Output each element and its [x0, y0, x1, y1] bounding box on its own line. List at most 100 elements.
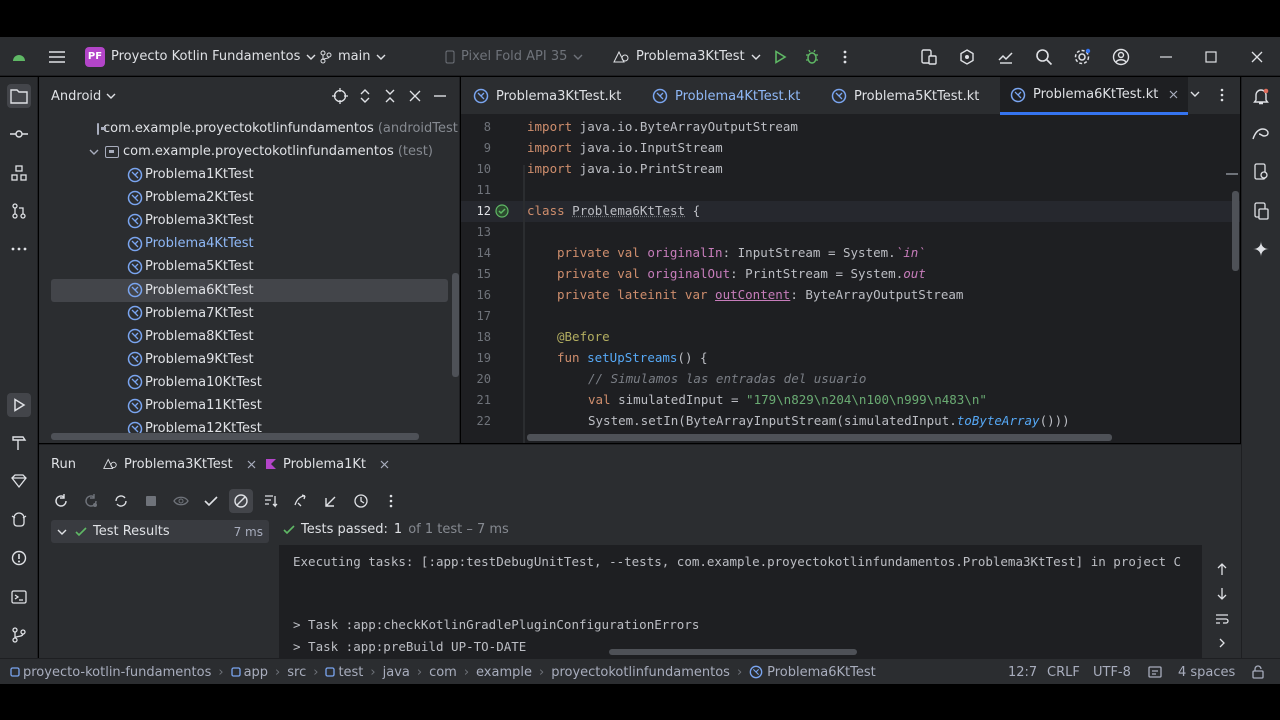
gradle-sync-icon[interactable] [956, 46, 978, 68]
close-tab-icon[interactable] [380, 460, 389, 469]
tree-item-problema7kttest[interactable]: Problema7KtTest [51, 302, 448, 325]
tab-problema4kttest[interactable]: Problema4KtTest.kt [652, 77, 800, 115]
collapse-tests-icon[interactable] [319, 489, 343, 513]
editor-horizontal-scrollbar[interactable] [527, 434, 1112, 441]
gradle-tool-icon[interactable] [1250, 123, 1272, 145]
expand-all-icon[interactable] [355, 86, 375, 106]
notifications-icon[interactable] [1250, 85, 1272, 107]
tab-problema5kttest[interactable]: Problema5KtTest.kt [831, 77, 979, 115]
breadcrumb-item[interactable]: example [476, 665, 532, 680]
tree-package-test[interactable]: com.example.proyectokotlinfundamentos (t… [51, 140, 448, 163]
tree-item-problema9kttest[interactable]: Problema9KtTest [51, 348, 448, 371]
minimize-icon[interactable] [1155, 46, 1177, 68]
console-output[interactable]: Executing tasks: [:app:testDebugUnitTest… [279, 545, 1202, 659]
scroll-down-icon[interactable] [1216, 587, 1228, 601]
breadcrumb-item[interactable]: app [230, 665, 268, 680]
readonly-icon[interactable] [1148, 659, 1162, 685]
close-icon[interactable] [1246, 46, 1268, 68]
rerun-icon[interactable] [49, 489, 73, 513]
chevron-right-icon[interactable] [1218, 638, 1226, 648]
show-ignored-icon[interactable] [229, 489, 253, 513]
tree-item-problema8kttest[interactable]: Problema8KtTest [51, 325, 448, 348]
toggle-auto-test-icon[interactable] [109, 489, 133, 513]
more-tools-icon[interactable] [7, 237, 31, 261]
account-icon[interactable] [1110, 46, 1132, 68]
test-results-row[interactable]: Test Results 7 ms [51, 520, 269, 543]
close-tab-icon[interactable] [1169, 90, 1178, 99]
close-tab-icon[interactable] [247, 460, 256, 469]
branch-selector[interactable]: main [320, 37, 386, 76]
project-tool-icon[interactable] [7, 84, 31, 108]
run-tool-icon[interactable] [7, 393, 31, 417]
run-icon[interactable] [769, 46, 791, 68]
soft-wrap-icon[interactable] [1215, 613, 1229, 625]
breadcrumb-item[interactable]: proyectokotlinfundamentos [551, 665, 730, 680]
caret-position[interactable]: 12:7 [1008, 659, 1037, 685]
tree-item-problema10kttest[interactable]: Problema10KtTest [51, 371, 448, 394]
lock-icon[interactable] [1252, 659, 1264, 685]
run-more-icon[interactable] [379, 489, 403, 513]
rerun-failed-icon[interactable] [79, 489, 103, 513]
tree-item-problema3kttest[interactable]: Problema3KtTest [51, 209, 448, 232]
breadcrumb-item[interactable]: src [287, 665, 306, 680]
tab-problema6kttest[interactable]: Problema6KtTest.kt [1000, 77, 1189, 115]
more-actions-icon[interactable] [834, 46, 856, 68]
tree-item-problema1kttest[interactable]: Problema1KtTest [51, 163, 448, 186]
maximize-icon[interactable] [1200, 46, 1222, 68]
tab-problema3kttest[interactable]: Problema3KtTest.kt [473, 77, 621, 115]
view-icon[interactable] [169, 489, 193, 513]
breadcrumb-item[interactable]: com [429, 665, 457, 680]
structure-tool-icon[interactable] [7, 161, 31, 185]
breadcrumb-item[interactable]: Problema6KtTest [749, 665, 876, 680]
stop-icon[interactable] [139, 489, 163, 513]
settings-icon[interactable] [1071, 46, 1093, 68]
tree-item-problema11kttest[interactable]: Problema11KtTest [51, 394, 448, 417]
hide-panel-close-icon[interactable] [405, 86, 425, 106]
commit-tool-icon[interactable] [7, 122, 31, 146]
gemini-icon[interactable] [7, 469, 31, 493]
run-tab-problema3kttest[interactable]: Problema3KtTest [102, 445, 256, 483]
search-icon[interactable] [1033, 46, 1055, 68]
running-devices-icon[interactable] [1250, 200, 1272, 222]
import-tests-icon[interactable] [289, 489, 313, 513]
tree-package-androidtest[interactable]: com.example.proyectokotlinfundamentos (a… [51, 117, 459, 140]
main-menu-icon[interactable] [46, 46, 68, 68]
tab-more-icon[interactable] [1220, 88, 1224, 102]
history-icon[interactable] [349, 489, 373, 513]
tree-item-problema6kttest[interactable]: Problema6KtTest [51, 278, 448, 302]
device-file-icon[interactable] [1250, 161, 1272, 183]
tree-item-problema2kttest[interactable]: Problema2KtTest [51, 186, 448, 209]
breadcrumb-item[interactable]: java [383, 665, 410, 680]
android-icon[interactable] [8, 46, 30, 68]
breadcrumb-item[interactable]: proyecto-kotlin-fundamentos [10, 665, 211, 680]
scroll-up-icon[interactable] [1216, 562, 1228, 576]
tab-list-chevron-down-icon[interactable] [1190, 91, 1200, 97]
editor-vertical-scrollbar[interactable] [1232, 191, 1239, 271]
code-area[interactable]: 8 9 10 11 12 13 14 15 16 17 18 19 20 21 22 import java… [461, 115, 1240, 443]
horizontal-scrollbar[interactable] [51, 433, 419, 440]
device-selector[interactable]: Pixel Fold API 35 [445, 37, 583, 76]
terminal-icon[interactable] [7, 585, 31, 609]
file-encoding[interactable]: UTF-8 [1093, 659, 1131, 685]
minimize-panel-icon[interactable] [430, 86, 450, 106]
view-mode-selector[interactable]: Android [51, 89, 101, 104]
version-control-icon[interactable] [7, 623, 31, 647]
build-tool-icon[interactable] [7, 431, 31, 455]
tree-item-problema4kttest[interactable]: Problema4KtTest [51, 232, 448, 255]
breadcrumb-item[interactable]: test [325, 665, 363, 680]
run-config-selector[interactable]: Problema3KtTest [612, 37, 761, 76]
run-gutter-icon[interactable] [495, 204, 509, 218]
line-separator[interactable]: CRLF [1047, 659, 1080, 685]
ai-assistant-icon[interactable] [1250, 238, 1272, 260]
tree-item-problema5kttest[interactable]: Problema5KtTest [51, 255, 448, 278]
vertical-scrollbar[interactable] [452, 273, 459, 377]
device-manager-icon[interactable] [918, 46, 940, 68]
run-tab-problema1kt[interactable]: Problema1Kt [265, 445, 389, 483]
logcat-icon[interactable] [7, 508, 31, 532]
sort-icon[interactable] [259, 489, 283, 513]
locate-icon[interactable] [330, 86, 350, 106]
collapse-all-icon[interactable] [380, 86, 400, 106]
indent-setting[interactable]: 4 spaces [1178, 659, 1235, 685]
problems-icon[interactable] [7, 546, 31, 570]
console-horizontal-scrollbar[interactable] [609, 649, 857, 655]
